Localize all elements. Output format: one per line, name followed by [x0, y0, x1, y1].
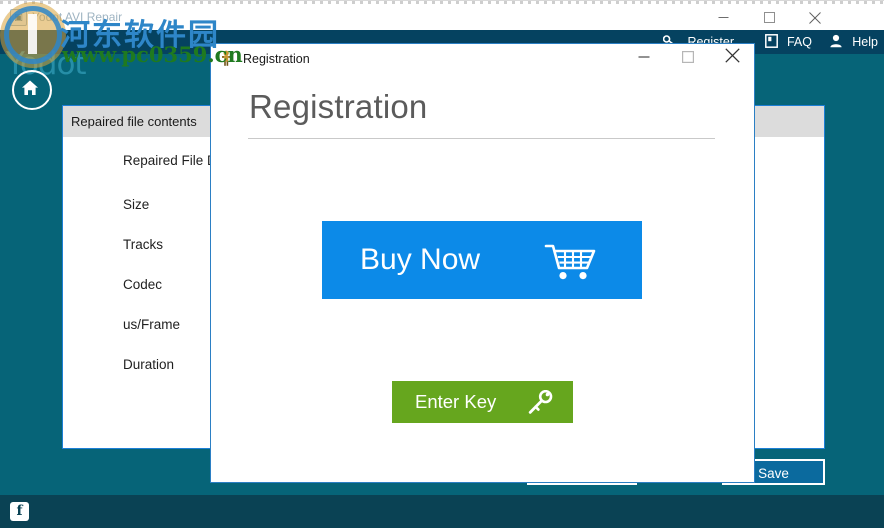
dialog-title: Registration	[243, 52, 310, 66]
registration-icon	[219, 50, 237, 68]
app-close-button[interactable]	[792, 4, 838, 30]
app-maximize-button[interactable]	[746, 4, 792, 30]
dialog-minimize-button[interactable]	[622, 44, 666, 74]
app-titlebar: ▣ Yodot AVI Repair	[0, 4, 884, 31]
field-label: us/Frame	[123, 317, 181, 332]
menu-item-faq[interactable]: FAQ	[764, 30, 812, 56]
enter-key-label: Enter Key	[415, 391, 497, 412]
home-icon	[22, 80, 38, 95]
close-icon	[809, 11, 821, 24]
dialog-heading-divider	[248, 138, 715, 139]
minimize-icon	[718, 17, 728, 19]
person-icon	[829, 32, 843, 56]
field-label: Duration	[123, 357, 175, 372]
buy-now-button[interactable]: Buy Now	[322, 221, 642, 299]
buy-now-label: Buy Now	[360, 243, 481, 276]
menu-item-help[interactable]: Help	[829, 30, 878, 54]
field-label: Tracks	[123, 237, 163, 252]
maximize-icon	[763, 12, 775, 24]
dialog-titlebar: Registration	[211, 44, 754, 74]
field-label: Repaired File D	[123, 153, 217, 168]
panel-header-label: Repaired file contents	[71, 114, 197, 129]
facebook-icon[interactable]: f	[10, 502, 29, 521]
app-title: Yodot AVI Repair	[32, 10, 123, 24]
footer-bar: f	[0, 495, 884, 528]
app-icon: ▣	[10, 9, 27, 26]
field-label: Codec	[123, 277, 163, 292]
dialog-maximize-button[interactable]	[666, 44, 710, 74]
field-label: Size	[123, 197, 150, 212]
dialog-heading: Registration	[249, 88, 428, 125]
menu-item-faq-label: FAQ	[786, 35, 812, 49]
key-icon	[527, 389, 553, 420]
shopping-cart-icon	[544, 243, 596, 286]
menu-item-help-label: Help	[852, 35, 878, 49]
maximize-icon	[682, 51, 695, 64]
app-minimize-button[interactable]	[700, 4, 746, 30]
dialog-close-button[interactable]	[710, 44, 754, 74]
enter-key-button[interactable]: Enter Key	[392, 381, 573, 423]
home-button[interactable]	[12, 70, 52, 110]
book-icon	[764, 32, 778, 56]
registration-dialog: Registration Registration Buy Now Enter …	[210, 43, 755, 483]
close-icon	[724, 48, 740, 63]
minimize-icon	[638, 56, 650, 58]
